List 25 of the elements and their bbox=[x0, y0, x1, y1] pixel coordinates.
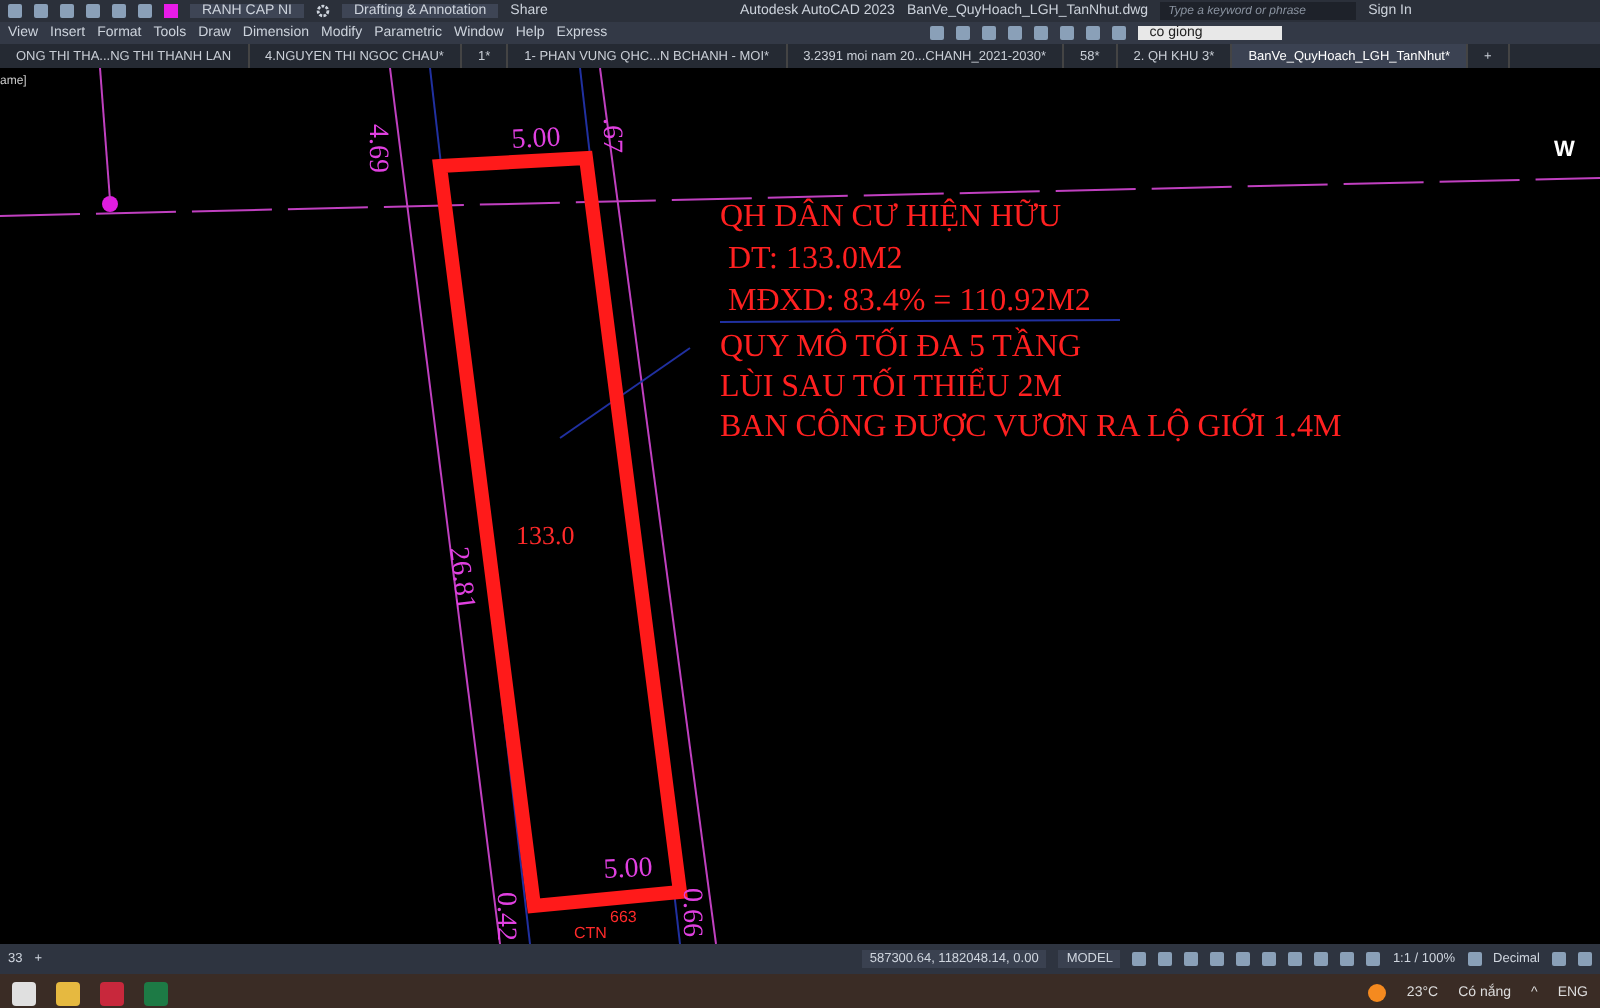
dimension-label: 0.66 bbox=[676, 888, 706, 937]
annotation-text: QH DÂN CƯ HIỆN HỮU bbox=[720, 200, 1062, 234]
dimension-label: 5.00 bbox=[602, 853, 654, 886]
app-icon[interactable] bbox=[12, 981, 36, 1005]
dimension-label: 0.42 bbox=[490, 892, 520, 941]
annotation-text: LÙI SAU TỐI THIỂU 2M bbox=[720, 370, 1062, 404]
plot-label: CTN bbox=[574, 924, 607, 942]
annotation-text: DT: 133.0M2 bbox=[728, 242, 903, 276]
spreadsheet-icon[interactable] bbox=[144, 981, 168, 1005]
sun-icon bbox=[1368, 984, 1387, 1002]
leader-line bbox=[99, 68, 111, 201]
area-label: 133.0 bbox=[516, 520, 575, 550]
dimension-label: .67 bbox=[596, 118, 626, 153]
annotation-text: MĐXD: 83.4% = 110.92M2 bbox=[728, 284, 1091, 318]
node-dot bbox=[102, 196, 118, 212]
folder-icon[interactable] bbox=[56, 981, 80, 1005]
plot-number: 663 bbox=[610, 908, 637, 926]
dimension-label: 4.69 bbox=[362, 124, 392, 173]
annotation-text: BAN CÔNG ĐƯỢC VƯƠN RA LỘ GIỚI 1.4M bbox=[720, 410, 1342, 444]
viewcube-compass[interactable]: W bbox=[1554, 138, 1575, 162]
layer-color-swatch bbox=[164, 4, 178, 18]
dimension-label: 26.81 bbox=[442, 545, 480, 612]
annotation-text: QUY MÔ TỐI ĐA 5 TẦNG bbox=[720, 330, 1082, 364]
leader-line bbox=[559, 347, 691, 439]
dimension-label: 5.00 bbox=[510, 123, 562, 156]
